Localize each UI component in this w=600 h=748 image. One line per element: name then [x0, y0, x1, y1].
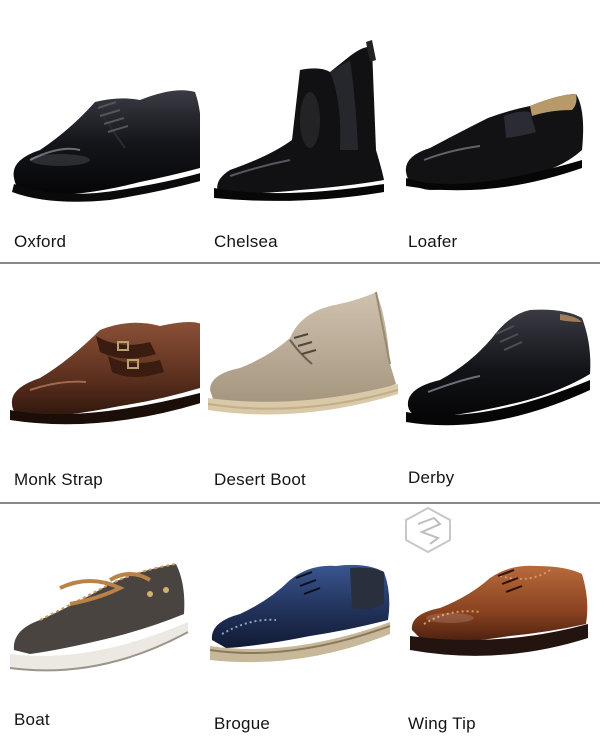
chelsea-boot-image — [214, 40, 384, 201]
shoe-label-desert-boot: Desert Boot — [214, 470, 306, 489]
shoe-card-derby: Derby — [400, 264, 600, 502]
shoe-label-wing-tip: Wing Tip — [408, 714, 476, 733]
shoe-row-2: Monk Strap Desert Boot Derby — [0, 264, 600, 502]
shoe-card-chelsea: Chelsea — [200, 0, 400, 262]
shoe-card-desert-boot: Desert Boot — [200, 264, 400, 502]
derby-shoe-image — [406, 309, 591, 426]
shoe-card-boat: Boat — [0, 504, 200, 748]
shoe-label-chelsea: Chelsea — [214, 232, 278, 251]
shoe-label-brogue: Brogue — [214, 714, 271, 733]
shoe-label-oxford: Oxford — [14, 232, 67, 251]
brogue-shoe-image — [209, 564, 391, 663]
shoe-label-derby: Derby — [408, 468, 455, 487]
monk-strap-shoe-image — [10, 322, 200, 425]
shoe-card-wing-tip: Wing Tip — [400, 504, 600, 748]
brand-logo-icon — [405, 506, 451, 554]
shoe-card-brogue: Brogue — [200, 504, 400, 748]
shoe-label-boat: Boat — [14, 710, 50, 729]
shoe-card-loafer: Loafer — [400, 0, 600, 262]
shoe-label-monk-strap: Monk Strap — [14, 470, 103, 489]
shoe-card-oxford: Oxford — [0, 0, 200, 262]
shoe-card-monk-strap: Monk Strap — [0, 264, 200, 502]
desert-boot-image — [207, 291, 399, 415]
loafer-shoe-image — [405, 94, 584, 191]
shoe-label-loafer: Loafer — [408, 232, 458, 251]
shoe-row-3: Boat Brogue Wing Tip — [0, 504, 600, 748]
boat-shoe-image — [9, 563, 189, 672]
shoe-row-1: Oxford Chelsea Loafer — [0, 0, 600, 262]
oxford-shoe-image — [12, 90, 200, 202]
